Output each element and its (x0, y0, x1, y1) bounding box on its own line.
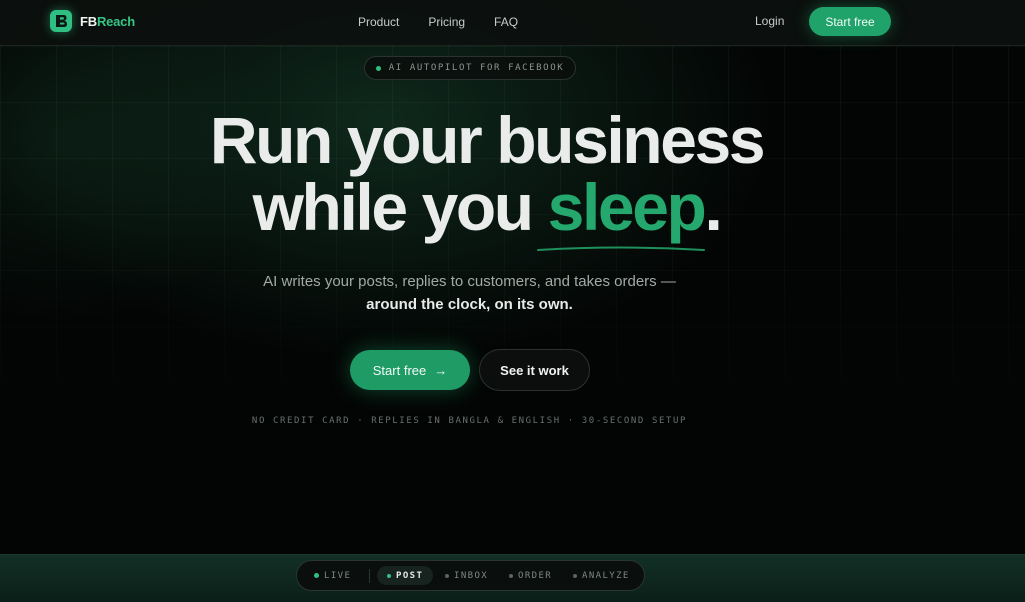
assurance-line: NO CREDIT CARD · REPLIES IN BANGLA & ENG… (251, 416, 688, 426)
tab-order-label: ORDER (518, 570, 553, 581)
inbox-dot-icon (445, 573, 449, 578)
accent-underline (537, 246, 705, 251)
headline-prefix: while you (252, 170, 548, 244)
nav-links: Product Pricing FAQ (358, 15, 547, 29)
nav-start-free-button[interactable]: Start free (809, 7, 891, 36)
tab-inbox-label: INBOX (454, 570, 489, 581)
demo-tab-bar: LIVE POST INBOX ORDER ANALYZE (0, 554, 1025, 602)
hero-start-free-button[interactable]: Start free → (350, 350, 470, 390)
tab-analyze[interactable]: ANALYZE (573, 571, 630, 581)
headline-accent-word: sleep (547, 170, 707, 244)
tab-order[interactable]: ORDER (509, 571, 552, 581)
hero-subtitle: AI writes your posts, replies to custome… (263, 273, 676, 290)
tab-post-label: POST (396, 570, 424, 581)
status-dot-icon (375, 65, 381, 71)
tab-live[interactable]: LIVE (314, 571, 351, 581)
tab-inbox[interactable]: INBOX (445, 571, 488, 581)
arrow-right-icon: → (434, 362, 448, 378)
see-it-work-button[interactable]: See it work (479, 349, 590, 391)
tab-post[interactable]: POST (377, 566, 434, 585)
start-free-label: Start free (372, 362, 427, 378)
brand-name: FBReach (80, 13, 135, 29)
nav-link-product[interactable]: Product (358, 15, 399, 29)
demo-tabs: LIVE POST INBOX ORDER ANALYZE (296, 560, 645, 591)
hero-subtitle-emphasis: around the clock, on its own. (366, 296, 573, 313)
nav-link-faq[interactable]: FAQ (494, 15, 518, 29)
nav-link-pricing[interactable]: Pricing (428, 15, 465, 29)
post-dot-icon (387, 573, 391, 578)
login-link[interactable]: Login (755, 14, 784, 28)
headline-suffix: . (704, 170, 722, 244)
hero-headline-line-2: while you sleep. (0, 172, 1025, 242)
fbreach-logo-icon (50, 10, 72, 32)
brand-logo[interactable]: FBReach (50, 10, 135, 32)
tab-divider (369, 569, 370, 583)
tab-analyze-label: ANALYZE (582, 570, 630, 581)
badge-text: AI AUTOPILOT FOR FACEBOOK (388, 63, 565, 73)
live-dot-icon (314, 573, 319, 578)
order-dot-icon (509, 573, 513, 578)
analyze-dot-icon (573, 573, 577, 578)
top-nav: FBReach Product Pricing FAQ Login Start … (0, 0, 1025, 46)
tab-live-label: LIVE (324, 570, 352, 581)
hero-headline-line-1: Run your business (209, 103, 766, 177)
hero-badge: AI AUTOPILOT FOR FACEBOOK (364, 56, 576, 80)
